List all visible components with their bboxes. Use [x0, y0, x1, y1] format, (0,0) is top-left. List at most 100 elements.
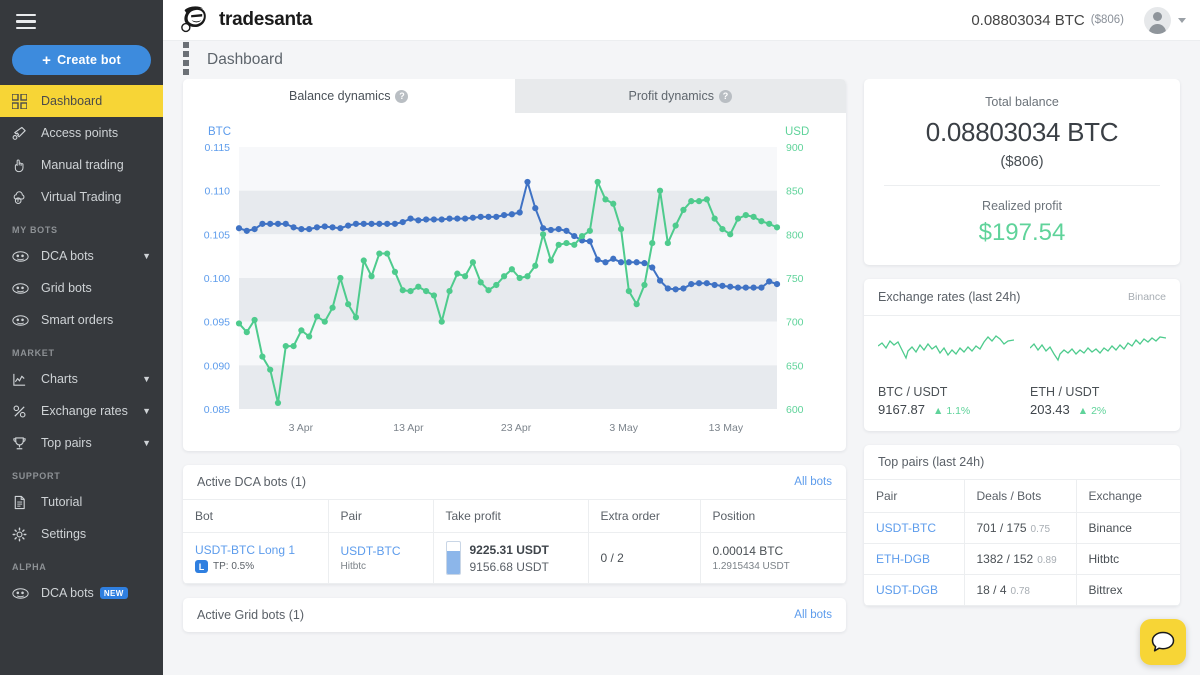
sparkline-eth: [1030, 328, 1166, 370]
rate-line: 9167.87 ▲ 1.1%: [878, 402, 1014, 417]
sidebar-item-dca-bots[interactable]: DCA bots ▼: [0, 240, 163, 272]
sidebar-item-charts[interactable]: Charts ▼: [0, 363, 163, 395]
sparkline-btc: [878, 328, 1014, 370]
brand-name: tradesanta: [219, 9, 312, 31]
exchange-rates-source: Binance: [1128, 291, 1166, 303]
sidebar: + Create bot Dashboard Access points Man…: [0, 0, 163, 675]
grid-bots-header: Active Grid bots (1) All bots: [183, 598, 846, 632]
rate-value: 9167.87: [878, 402, 925, 417]
take-profit-bar: [446, 541, 461, 575]
svg-text:3 Apr: 3 Apr: [289, 422, 314, 434]
tab-balance-dynamics[interactable]: Balance dynamics ?: [183, 79, 515, 113]
deals-ratio: 0.89: [1037, 555, 1056, 566]
sidebar-section-support: SUPPORT: [0, 459, 163, 486]
deals-ratio: 0.78: [1011, 586, 1030, 597]
table-row[interactable]: USDT-BTC 701 / 1750.75 Binance: [864, 513, 1180, 544]
rate-change: ▲ 2%: [1078, 405, 1107, 417]
plus-icon: +: [42, 53, 51, 68]
sidebar-item-label: DCA bots: [41, 586, 94, 600]
sidebar-item-label: Virtual Trading: [41, 190, 121, 204]
percent-icon: [12, 403, 33, 419]
active-grid-bots-card: Active Grid bots (1) All bots: [183, 598, 846, 632]
table-header-row: Bot Pair Take profit Extra order Positio…: [183, 500, 846, 533]
hand-pointer-icon: [12, 157, 33, 173]
rate-change-value: 2%: [1091, 405, 1106, 417]
total-balance-usd: ($806): [884, 153, 1160, 170]
sidebar-item-virtual-trading[interactable]: B Virtual Trading: [0, 181, 163, 213]
cell-pair: USDT-DGB: [864, 575, 964, 606]
take-profit-target: 9225.31 USDT: [470, 543, 549, 557]
pair-link[interactable]: USDT-BTC: [341, 544, 421, 558]
svg-text:700: 700: [786, 317, 804, 329]
table-row[interactable]: USDT-BTC Long 1 L TP: 0.5% USDT-BTC Hitb…: [183, 533, 846, 584]
cell-pair: USDT-BTC Hitbtc: [328, 533, 433, 584]
pair-link[interactable]: ETH-DGB: [876, 552, 930, 566]
chat-bubble-icon[interactable]: [1140, 619, 1186, 665]
create-bot-label: Create bot: [57, 53, 121, 67]
cell-extra-order: 0 / 2: [588, 533, 700, 584]
active-dca-bots-card: Active DCA bots (1) All bots Bot Pair Ta…: [183, 465, 846, 584]
left-column: Balance dynamics ? Profit dynamics ? 0.1…: [183, 79, 846, 675]
help-icon[interactable]: ?: [719, 90, 732, 103]
sidebar-item-smart-orders[interactable]: Smart orders: [0, 304, 163, 336]
brand-logo[interactable]: tradesanta: [181, 5, 312, 35]
deals-value: 18 / 4: [977, 583, 1007, 597]
robot-icon: [12, 585, 33, 601]
position-sub: 1.2915434 USDT: [713, 561, 835, 572]
topbar: tradesanta 0.08803034 BTC ($806): [163, 0, 1200, 41]
rate-item-eth[interactable]: ETH / USDT 203.43 ▲ 2%: [1014, 328, 1166, 417]
sidebar-item-grid-bots[interactable]: Grid bots: [0, 272, 163, 304]
create-bot-button[interactable]: + Create bot: [12, 45, 151, 75]
sidebar-item-settings[interactable]: Settings: [0, 518, 163, 550]
exchange-rates-body: BTC / USDT 9167.87 ▲ 1.1% ETH / USDT: [864, 316, 1180, 431]
pair-link[interactable]: USDT-DGB: [876, 583, 938, 597]
sidebar-item-label: Top pairs: [41, 436, 92, 450]
document-icon: [12, 494, 33, 510]
sidebar-item-top-pairs[interactable]: Top pairs ▼: [0, 427, 163, 459]
svg-text:0.085: 0.085: [204, 404, 230, 416]
col-position: Position: [700, 500, 846, 533]
cell-take-profit: 9225.31 USDT 9156.68 USDT: [433, 533, 588, 584]
tab-label: Balance dynamics: [289, 89, 390, 103]
user-menu[interactable]: [1144, 7, 1186, 34]
chevron-down-icon: ▼: [142, 439, 151, 448]
hamburger-menu-icon[interactable]: [0, 0, 163, 29]
grid-all-bots-link[interactable]: All bots: [794, 609, 832, 621]
bot-name-link[interactable]: USDT-BTC Long 1: [195, 543, 316, 557]
sidebar-item-exchange-rates[interactable]: Exchange rates ▼: [0, 395, 163, 427]
sidebar-item-tutorial[interactable]: Tutorial: [0, 486, 163, 518]
rate-value: 203.43: [1030, 402, 1070, 417]
sidebar-item-alpha-dca-bots[interactable]: DCA bots NEW: [0, 577, 163, 609]
topbar-right: 0.08803034 BTC ($806): [971, 7, 1186, 34]
tab-profit-dynamics[interactable]: Profit dynamics ?: [515, 79, 847, 113]
exchange-rates-title: Exchange rates (last 24h): [878, 290, 1020, 304]
chart-tabs: Balance dynamics ? Profit dynamics ?: [183, 79, 846, 113]
dca-all-bots-link[interactable]: All bots: [794, 476, 832, 488]
rate-item-btc[interactable]: BTC / USDT 9167.87 ▲ 1.1%: [878, 328, 1014, 417]
realized-profit-value: $197.54: [884, 219, 1160, 247]
total-balance-card: Total balance 0.08803034 BTC ($806) Real…: [864, 79, 1180, 265]
svg-text:0.095: 0.095: [204, 317, 230, 329]
top-pairs-table: Pair Deals / Bots Exchange USDT-BTC 701 …: [864, 479, 1180, 606]
sidebar-item-label: DCA bots: [41, 249, 94, 263]
chart-icon: [12, 371, 33, 387]
topbar-balance-btc: 0.08803034 BTC: [971, 12, 1084, 29]
pair-link[interactable]: USDT-BTC: [876, 521, 936, 535]
balance-chart[interactable]: 0.1150.1100.1050.1000.0950.0900.08590085…: [183, 113, 846, 451]
take-profit-values: 9225.31 USDT 9156.68 USDT: [470, 543, 549, 574]
sidebar-item-dashboard[interactable]: Dashboard: [0, 85, 163, 117]
table-row[interactable]: ETH-DGB 1382 / 1520.89 Hitbtc: [864, 544, 1180, 575]
sidebar-item-access-points[interactable]: Access points: [0, 117, 163, 149]
cell-deals: 701 / 1750.75: [964, 513, 1076, 544]
santa-logo-icon: [181, 5, 211, 35]
sidebar-item-manual-trading[interactable]: Manual trading: [0, 149, 163, 181]
table-row[interactable]: USDT-DGB 18 / 4 0.78 Bittrex: [864, 575, 1180, 606]
col-exchange: Exchange: [1076, 480, 1180, 513]
svg-text:23 Apr: 23 Apr: [501, 422, 532, 434]
rate-pair-label: ETH / USDT: [1030, 385, 1166, 399]
cell-position: 0.00014 BTC 1.2915434 USDT: [700, 533, 846, 584]
help-icon[interactable]: ?: [395, 90, 408, 103]
long-badge: L: [195, 560, 208, 573]
cell-exchange: Bittrex: [1076, 575, 1180, 606]
cell-deals: 1382 / 1520.89: [964, 544, 1076, 575]
